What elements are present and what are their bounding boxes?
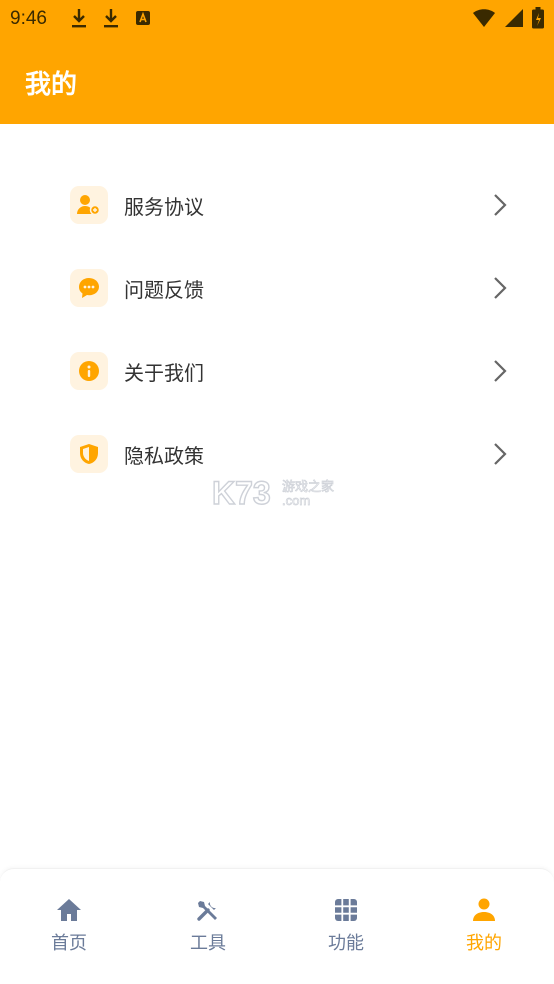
nav-label: 首页	[51, 933, 87, 954]
info-icon	[70, 352, 108, 390]
menu-item-label: 隐私政策	[124, 443, 204, 468]
person-icon	[471, 897, 497, 923]
nav-label: 工具	[190, 933, 226, 954]
download-icon	[102, 7, 120, 29]
menu-item-label: 服务协议	[124, 194, 204, 219]
grid-icon	[333, 897, 359, 923]
menu-item-feedback[interactable]: 问题反馈	[70, 269, 510, 307]
wifi-icon	[472, 8, 496, 32]
watermark-brand: K73	[212, 475, 271, 510]
chevron-right-icon	[490, 441, 510, 467]
shield-icon	[70, 435, 108, 473]
status-notification-icons	[70, 7, 152, 29]
chevron-right-icon	[490, 192, 510, 218]
chat-feedback-icon	[70, 269, 108, 307]
tools-icon	[195, 897, 221, 923]
menu-item-label: 问题反馈	[124, 277, 204, 302]
chevron-right-icon	[490, 358, 510, 384]
menu-item-about-us[interactable]: 关于我们	[70, 352, 510, 390]
nav-label: 功能	[328, 933, 364, 954]
download-icon	[70, 7, 88, 29]
nav-label: 我的	[466, 933, 502, 954]
nav-tab-features[interactable]: 功能	[306, 897, 386, 957]
watermark-logo: K73 游戏之家 .com	[211, 474, 342, 511]
bottom-navigation: 首页 工具 功能 我的	[0, 868, 554, 984]
battery-icon	[532, 7, 544, 33]
watermark-domain: .com	[282, 493, 310, 508]
status-bar: 9:46	[0, 0, 554, 36]
menu-item-label: 关于我们	[124, 360, 204, 385]
chevron-right-icon	[490, 275, 510, 301]
nav-tab-mine[interactable]: 我的	[444, 897, 524, 957]
user-agreement-icon	[70, 186, 108, 224]
status-time: 9:46	[10, 8, 47, 29]
home-icon	[56, 897, 82, 923]
page-title: 我的	[25, 70, 78, 100]
app-header: 9:46 我的	[0, 0, 554, 124]
signal-icon	[504, 8, 524, 32]
nav-tab-tools[interactable]: 工具	[168, 897, 248, 957]
menu-item-service-agreement[interactable]: 服务协议	[70, 186, 510, 224]
status-system-icons	[472, 7, 544, 33]
nav-tab-home[interactable]: 首页	[29, 897, 109, 957]
font-app-icon	[134, 7, 152, 29]
menu-item-privacy-policy[interactable]: 隐私政策	[70, 435, 510, 473]
